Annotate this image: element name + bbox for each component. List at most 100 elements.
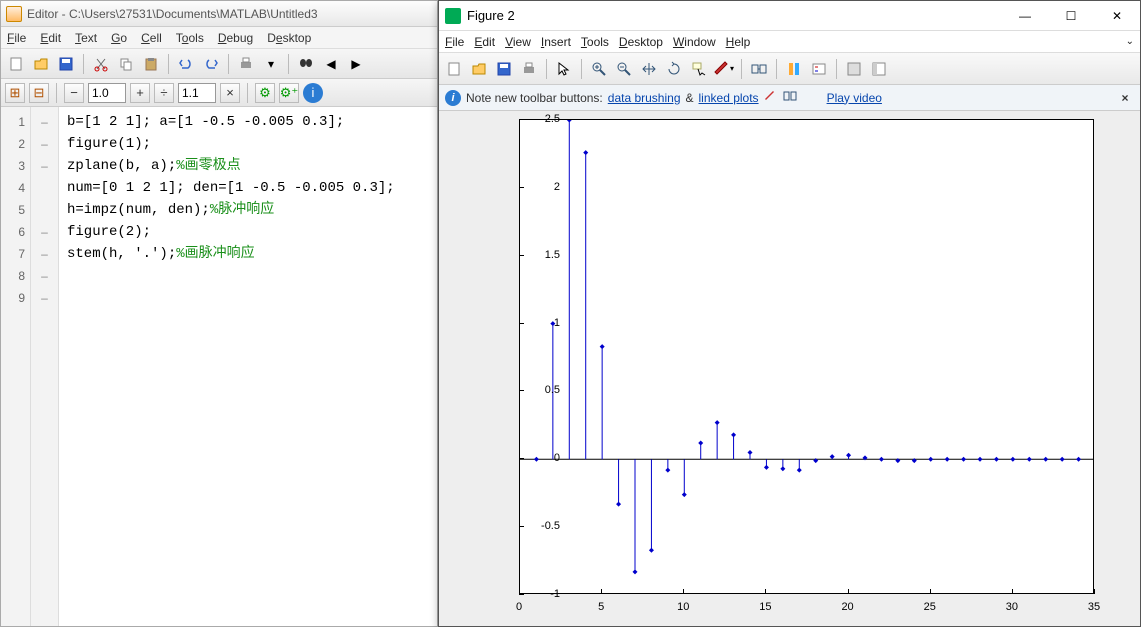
menu-cell[interactable]: Cell (141, 31, 162, 45)
new-file-button[interactable] (5, 53, 27, 75)
maximize-button[interactable]: ☐ (1048, 1, 1094, 31)
fig-menu-window[interactable]: Window (673, 35, 716, 49)
xtick-label: 25 (924, 601, 936, 613)
ytick-label: 2.5 (545, 113, 560, 125)
menu-debug[interactable]: Debug (218, 31, 253, 45)
ytick-label: -0.5 (541, 520, 560, 532)
forward-button[interactable]: ▶ (345, 53, 367, 75)
menu-edit[interactable]: Edit (40, 31, 61, 45)
menu-text[interactable]: Text (75, 31, 97, 45)
menu-go[interactable]: Go (111, 31, 127, 45)
cut-button[interactable] (90, 53, 112, 75)
editor-window: Editor - C:\Users\27531\Documents\MATLAB… (0, 0, 438, 627)
cell-indent-minus-button[interactable]: ⊟ (29, 83, 49, 103)
axes[interactable] (519, 119, 1094, 594)
xtick-label: 0 (516, 601, 522, 613)
zoom-in-button[interactable] (588, 58, 610, 80)
editor-toolbar: ▾ ◀ ▶ (1, 49, 437, 79)
rotate-button[interactable] (663, 58, 685, 80)
breakpoint-gutter[interactable]: ––– –––– (31, 107, 59, 626)
undo-button[interactable] (175, 53, 197, 75)
fig-menu-file[interactable]: File (445, 35, 464, 49)
minus-button[interactable]: − (64, 83, 84, 103)
fig-open-button[interactable] (468, 58, 490, 80)
ytick-label: 0 (554, 452, 560, 464)
datacursor-button[interactable] (688, 58, 710, 80)
show-tools-button[interactable] (868, 58, 890, 80)
zoom-input-1[interactable] (88, 83, 126, 103)
redo-button[interactable] (200, 53, 222, 75)
close-button[interactable]: ✕ (1094, 1, 1140, 31)
pointer-button[interactable] (553, 58, 575, 80)
info-icon: i (445, 90, 461, 106)
copy-button[interactable] (115, 53, 137, 75)
back-button[interactable]: ◀ (320, 53, 342, 75)
paste-button[interactable] (140, 53, 162, 75)
menu-tools[interactable]: Tools (176, 31, 204, 45)
colorbar-button[interactable] (783, 58, 805, 80)
editor-icon (6, 6, 22, 22)
zoom-input-2[interactable] (178, 83, 216, 103)
legend-button[interactable] (808, 58, 830, 80)
fig-menu-help[interactable]: Help (726, 35, 751, 49)
fig-print-button[interactable] (518, 58, 540, 80)
fig-menu-tools[interactable]: Tools (581, 35, 609, 49)
note-text: Note new toolbar buttons: (466, 91, 603, 105)
fig-new-button[interactable] (443, 58, 465, 80)
notebar-close-button[interactable]: × (1116, 91, 1134, 105)
editor-titlebar: Editor - C:\Users\27531\Documents\MATLAB… (1, 1, 437, 27)
fig-menu-view[interactable]: View (505, 35, 531, 49)
run-section-button[interactable]: ⚙ (255, 83, 275, 103)
editor-title: Editor - C:\Users\27531\Documents\MATLAB… (27, 7, 318, 21)
menu-desktop[interactable]: Desktop (267, 31, 311, 45)
link-button[interactable] (748, 58, 770, 80)
code-editor[interactable]: b=[1 2 1]; a=[1 -0.5 -0.005 0.3];figure(… (59, 107, 437, 626)
editor-menubar: File Edit Text Go Cell Tools Debug Deskt… (1, 27, 437, 49)
figure-toolbar: ▾ (439, 53, 1140, 85)
xtick-label: 30 (1006, 601, 1018, 613)
print-button[interactable] (235, 53, 257, 75)
stem-chart (520, 120, 1093, 593)
menu-file[interactable]: File (7, 31, 26, 45)
print-preview-button[interactable]: ▾ (260, 53, 282, 75)
plus-button[interactable]: + (130, 83, 150, 103)
zoom-out-button[interactable] (613, 58, 635, 80)
note-bar: i Note new toolbar buttons: data brushin… (439, 85, 1140, 111)
minimize-button[interactable]: — (1002, 1, 1048, 31)
info-button[interactable]: i (303, 83, 323, 103)
line-gutter: 123456789 (1, 107, 31, 626)
ytick-label: 1 (554, 317, 560, 329)
xtick-label: 5 (598, 601, 604, 613)
xtick-label: 15 (759, 601, 771, 613)
plot-area[interactable]: -1-0.500.511.522.5 05101520253035 (439, 111, 1140, 626)
fig-menu-desktop[interactable]: Desktop (619, 35, 663, 49)
brush-button[interactable]: ▾ (713, 58, 735, 80)
hide-tools-button[interactable] (843, 58, 865, 80)
brush-small-icon (764, 89, 778, 106)
figure-menubar: File Edit View Insert Tools Desktop Wind… (439, 31, 1140, 53)
pan-button[interactable] (638, 58, 660, 80)
play-video-link[interactable]: Play video (827, 91, 882, 105)
ytick-label: -1 (550, 588, 560, 600)
ytick-label: 0.5 (545, 384, 560, 396)
fig-save-button[interactable] (493, 58, 515, 80)
find-button[interactable] (295, 53, 317, 75)
xtick-label: 35 (1088, 601, 1100, 613)
ytick-label: 2 (554, 181, 560, 193)
editor-toolbar2: ⊞ ⊟ − + ÷ × ⚙ ⚙⁺ i (1, 79, 437, 107)
cell-indent-plus-button[interactable]: ⊞ (5, 83, 25, 103)
linked-plots-link[interactable]: linked plots (699, 91, 759, 105)
open-file-button[interactable] (30, 53, 52, 75)
data-brushing-link[interactable]: data brushing (608, 91, 681, 105)
run-advance-button[interactable]: ⚙⁺ (279, 83, 299, 103)
menu-chevron-icon[interactable]: ⌄ (1126, 36, 1134, 47)
divide-button[interactable]: ÷ (154, 83, 174, 103)
fig-menu-edit[interactable]: Edit (474, 35, 495, 49)
fig-menu-insert[interactable]: Insert (541, 35, 571, 49)
figure-title: Figure 2 (467, 8, 1002, 23)
xtick-label: 10 (677, 601, 689, 613)
code-area[interactable]: 123456789 ––– –––– b=[1 2 1]; a=[1 -0.5 … (1, 107, 437, 626)
save-button[interactable] (55, 53, 77, 75)
figure-titlebar[interactable]: Figure 2 — ☐ ✕ (439, 1, 1140, 31)
times-button[interactable]: × (220, 83, 240, 103)
